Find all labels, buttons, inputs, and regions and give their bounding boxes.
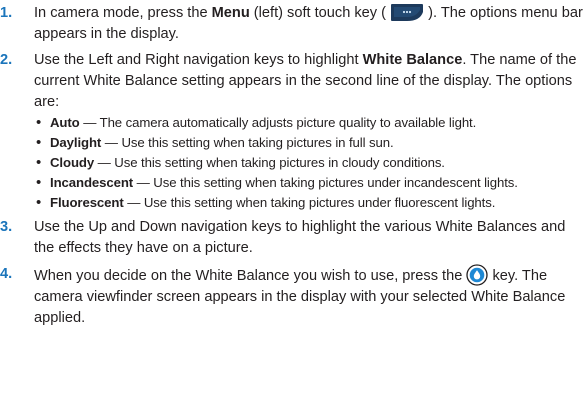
option-description: — Use this setting when taking pictures … — [94, 155, 445, 170]
step-item: 1. In camera mode, press the Menu (left) … — [0, 3, 584, 45]
option-item: • Incandescent — Use this setting when ta… — [34, 174, 584, 192]
text-run: In camera mode, press the — [34, 5, 212, 21]
step-number: 3. — [0, 219, 13, 235]
bullet-icon: • — [36, 174, 42, 191]
step-number: 4. — [0, 266, 13, 282]
option-name: Cloudy — [50, 155, 95, 170]
text-run: Use the Up and Down navigation keys to h… — [34, 219, 566, 256]
step-text: Use the Up and Down navigation keys to h… — [34, 219, 565, 256]
text-run: Use the Left and Right navigation keys t… — [34, 52, 363, 68]
instructions-document: 1. In camera mode, press the Menu (left) … — [0, 3, 584, 334]
text-run: When you decide on the White Balance you… — [34, 268, 467, 284]
step-text: In camera mode, press the Menu (left) so… — [34, 4, 583, 42]
bold-term: White Balance — [362, 52, 463, 68]
option-description: — The camera automatically adjusts pictu… — [79, 115, 477, 130]
menu-soft-key-icon — [391, 4, 424, 21]
option-item: • Fluorescent — Use this setting when tak… — [34, 194, 584, 212]
step-number: 2. — [0, 52, 13, 68]
step-text: Use the Left and Right navigation keys t… — [34, 52, 576, 110]
white-balance-options-list: • Auto — The camera automatically adjusts… — [34, 114, 584, 212]
bold-term: Menu — [211, 5, 250, 21]
option-description: — Use this setting when taking pictures … — [123, 195, 496, 210]
option-description: — Use this setting when taking pictures … — [133, 175, 518, 190]
bullet-icon: • — [36, 114, 42, 131]
text-run: (left) soft touch key ( — [249, 5, 387, 21]
bullet-icon: • — [36, 194, 42, 211]
steps-list: 1. In camera mode, press the Menu (left) … — [0, 3, 584, 329]
ok-key-icon — [466, 264, 489, 286]
step-item: 3. Use the Up and Down navigation keys to… — [0, 217, 584, 259]
step-number: 1. — [0, 5, 13, 21]
option-name: Fluorescent — [50, 195, 124, 210]
option-item: • Daylight — Use this setting when taking… — [34, 134, 584, 152]
option-item: • Cloudy — Use this setting when taking p… — [34, 154, 584, 172]
option-name: Auto — [50, 115, 80, 130]
step-item: 2. Use the Left and Right navigation keys… — [0, 50, 584, 212]
step-text: When you decide on the White Balance you… — [34, 264, 565, 326]
bullet-icon: • — [36, 154, 42, 171]
option-item: • Auto — The camera automatically adjusts… — [34, 114, 584, 132]
option-name: Daylight — [50, 135, 102, 150]
step-item: 4. When you decide on the White Balance y… — [0, 264, 584, 329]
option-name: Incandescent — [50, 175, 134, 190]
bullet-icon: • — [36, 134, 42, 151]
option-description: — Use this setting when taking pictures … — [101, 135, 394, 150]
